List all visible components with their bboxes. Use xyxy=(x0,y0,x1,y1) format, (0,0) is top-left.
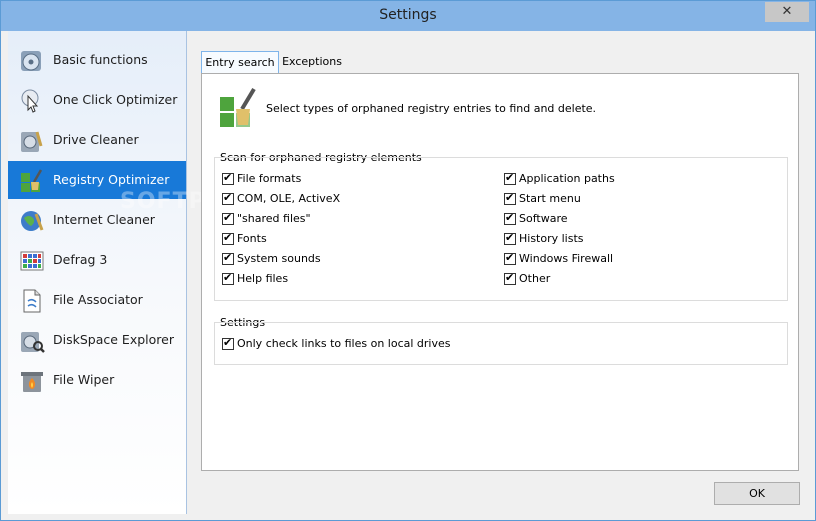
sidebar-item-label: Internet Cleaner xyxy=(53,212,155,227)
checkbox-box[interactable] xyxy=(222,171,234,185)
sidebar-item-label: Defrag 3 xyxy=(53,252,108,267)
tab-exceptions[interactable]: Exceptions xyxy=(281,51,343,73)
checkbox-box[interactable] xyxy=(504,271,516,285)
sidebar-item-label: File Wiper xyxy=(53,372,115,387)
checkbox-label: File formats xyxy=(237,172,302,185)
sidebar-item-file-associator[interactable]: File Associator xyxy=(8,281,186,319)
checkbox-box[interactable] xyxy=(222,231,234,245)
close-button[interactable]: ✕ xyxy=(765,2,809,22)
sidebar-item-label: DiskSpace Explorer xyxy=(53,332,174,347)
registry-optimizer-icon xyxy=(21,169,43,192)
checkbox-label: Fonts xyxy=(237,232,267,245)
checkbox-box[interactable] xyxy=(504,191,516,205)
sidebar-item-drive-cleaner[interactable]: Drive Cleaner xyxy=(8,121,186,159)
checkbox-label: History lists xyxy=(519,232,584,245)
internet-cleaner-icon xyxy=(21,211,44,231)
checkbox-box[interactable] xyxy=(504,251,516,265)
sidebar-item-label: Drive Cleaner xyxy=(53,132,139,147)
sidebar-item-one-click-optimizer[interactable]: One Click Optimizer xyxy=(8,81,186,119)
watermark: SOFTP xyxy=(120,189,206,214)
sidebar-item-defrag-3[interactable]: Defrag 3 xyxy=(8,241,186,279)
tab-entry-search[interactable]: Entry search xyxy=(201,51,279,75)
file-wiper-icon xyxy=(21,372,43,392)
sidebar-item-label: Basic functions xyxy=(53,52,148,67)
checkbox-label: Windows Firewall xyxy=(519,252,614,265)
settings-window: Settings ✕ Basic functions One Click Opt… xyxy=(0,0,816,521)
tab-panel: Select types of orphaned registry entrie… xyxy=(201,73,799,471)
registry-optimizer-icon xyxy=(220,87,256,127)
sidebar-item-diskspace-explorer[interactable]: DiskSpace Explorer xyxy=(8,321,186,359)
checkbox-box[interactable] xyxy=(222,271,234,285)
title-bar: Settings ✕ xyxy=(1,1,815,31)
file-associator-icon xyxy=(23,289,41,313)
sidebar-item-label: File Associator xyxy=(53,292,143,307)
checkbox-label: Other xyxy=(519,272,551,285)
checkbox-box[interactable] xyxy=(222,211,234,225)
checkbox-label: COM, OLE, ActiveX xyxy=(237,192,341,205)
one-click-optimizer-icon xyxy=(21,89,39,113)
checkbox-label: System sounds xyxy=(237,252,321,265)
sidebar-item-basic-functions[interactable]: Basic functions xyxy=(8,41,186,79)
checkbox-label: Start menu xyxy=(519,192,581,205)
basic-functions-icon xyxy=(21,51,41,71)
checkbox-box[interactable] xyxy=(222,251,234,265)
checkbox-label: Only check links to files on local drive… xyxy=(237,337,451,350)
drive-cleaner-icon xyxy=(21,131,43,152)
checkbox-box[interactable] xyxy=(504,231,516,245)
ok-button[interactable]: OK xyxy=(714,482,800,505)
checkbox-label: Software xyxy=(519,212,568,225)
diskspace-explorer-icon xyxy=(21,332,45,353)
checkbox-box[interactable] xyxy=(504,171,516,185)
checkbox-label: Application paths xyxy=(519,172,615,185)
sidebar-item-label: Registry Optimizer xyxy=(53,172,170,187)
sidebar-item-label: One Click Optimizer xyxy=(53,92,178,107)
header-description: Select types of orphaned registry entrie… xyxy=(266,102,597,115)
checkbox-box[interactable] xyxy=(222,191,234,205)
checkbox-box[interactable] xyxy=(504,211,516,225)
checkbox-label: Help files xyxy=(237,272,289,285)
defrag-icon xyxy=(20,251,44,271)
checkbox-box[interactable] xyxy=(222,336,234,350)
sidebar: Basic functions One Click Optimizer Driv… xyxy=(8,31,205,514)
sidebar-item-file-wiper[interactable]: File Wiper xyxy=(8,361,186,399)
checkbox-label: "shared files" xyxy=(237,212,311,225)
window-title: Settings xyxy=(379,7,437,23)
